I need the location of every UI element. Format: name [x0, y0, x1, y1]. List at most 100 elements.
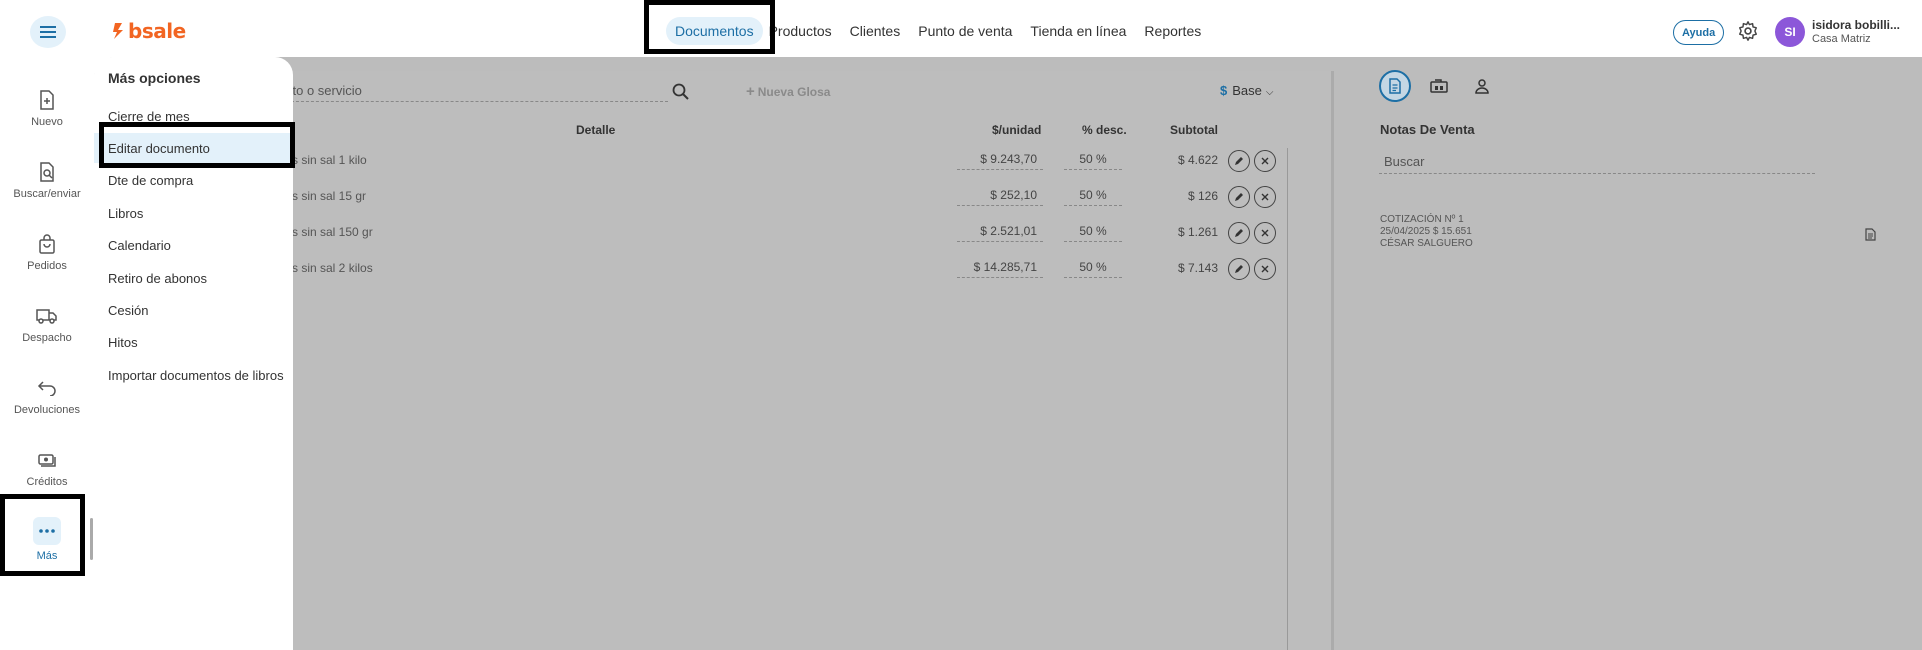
nav-documentos[interactable]: Documentos	[666, 17, 763, 45]
logo-text: bsale	[128, 19, 186, 43]
edit-row-button[interactable]	[1228, 222, 1250, 244]
nueva-glosa-button[interactable]: + Nueva Glosa	[746, 83, 830, 100]
header-detalle: Detalle	[576, 123, 616, 137]
edit-row-button[interactable]	[1228, 186, 1250, 208]
hamburger-menu-button[interactable]	[30, 16, 66, 48]
sidebar-item-mas[interactable]: Más	[0, 517, 94, 562]
row-discount[interactable]: 50 %	[1064, 188, 1122, 206]
nueva-glosa-label: Nueva Glosa	[757, 85, 831, 99]
menu-item-cesion[interactable]: Cesión	[94, 295, 290, 325]
pencil-icon	[1235, 157, 1243, 165]
nav-tienda-en-linea[interactable]: Tienda en línea	[1021, 17, 1135, 45]
cash-icon	[36, 449, 58, 471]
main-nav: Documentos Productos Clientes Punto de v…	[666, 17, 1210, 45]
row-unit-price[interactable]: $ 2.521,01	[957, 224, 1043, 242]
sidebar-item-pedidos[interactable]: Pedidos	[0, 233, 94, 272]
close-icon	[1261, 265, 1269, 273]
search-icon[interactable]	[672, 83, 690, 101]
sidebar-item-label: Despacho	[22, 332, 72, 344]
top-bar: bsale Documentos Productos Clientes Punt…	[0, 0, 1922, 57]
sidebar-item-despacho[interactable]: Despacho	[0, 305, 94, 344]
sidebar-item-label: Pedidos	[27, 260, 67, 272]
remove-row-button[interactable]	[1254, 258, 1276, 280]
pencil-icon	[1235, 193, 1243, 201]
sidebar-item-label: Devoluciones	[13, 404, 81, 416]
column-divider	[1287, 148, 1288, 650]
price-list-select[interactable]: $ Base ⌵	[1220, 83, 1273, 98]
edit-row-button[interactable]	[1228, 258, 1250, 280]
row-unit-price[interactable]: $ 252,10	[957, 188, 1043, 206]
menu-item-retiro-de-abonos[interactable]: Retiro de abonos	[94, 263, 290, 293]
sidebar-item-label: Nuevo	[31, 116, 63, 128]
sidebar: Nuevo Buscar/enviar Pedidos Despacho Dev…	[0, 57, 94, 650]
help-button[interactable]: Ayuda	[1673, 20, 1725, 45]
plus-icon: +	[746, 83, 755, 100]
notes-search-input[interactable]: Buscar	[1379, 154, 1815, 174]
user-icon	[1475, 79, 1489, 94]
product-search-input[interactable]: cto o servicio	[286, 83, 362, 98]
nav-punto-de-venta[interactable]: Punto de venta	[909, 17, 1021, 45]
row-discount[interactable]: 50 %	[1064, 260, 1122, 278]
bsale-logo-icon	[113, 23, 123, 39]
document-icon[interactable]	[1865, 228, 1876, 241]
header-subtotal: Subtotal	[1170, 123, 1218, 137]
sidebar-item-devoluciones[interactable]: Devoluciones	[0, 377, 94, 416]
sidebar-item-buscar-enviar[interactable]: Buscar/enviar	[0, 161, 94, 200]
user-name[interactable]: isidora bobilli...	[1812, 18, 1900, 32]
avatar[interactable]: SI	[1775, 17, 1805, 47]
panel-resize-handle[interactable]	[90, 518, 93, 560]
close-icon	[1261, 157, 1269, 165]
close-icon	[1261, 193, 1269, 201]
row-discount[interactable]: 50 %	[1064, 152, 1122, 170]
gear-icon[interactable]	[1737, 20, 1759, 42]
sidebar-item-nuevo[interactable]: Nuevo	[0, 89, 94, 128]
card-doc-date-amount[interactable]: 25/04/2025 $ 15.651	[1380, 226, 1472, 238]
bsale-logo[interactable]: bsale	[112, 19, 186, 43]
remove-row-button[interactable]	[1254, 222, 1276, 244]
menu-item-editar-documento[interactable]: Editar documento	[94, 133, 290, 163]
search-underline	[286, 101, 668, 102]
remove-row-button[interactable]	[1254, 186, 1276, 208]
chevron-down-icon: ⌵	[1265, 87, 1274, 98]
menu-item-cierre-de-mes[interactable]: Cierre de mes	[94, 101, 290, 131]
menu-item-libros[interactable]: Libros	[94, 198, 290, 228]
close-icon	[1261, 229, 1269, 237]
cash-register-icon	[1430, 79, 1448, 93]
row-subtotal: $ 7.143	[1177, 261, 1218, 275]
tab-point-of-sale[interactable]	[1423, 70, 1455, 102]
sidebar-item-creditos[interactable]: Créditos	[0, 449, 94, 488]
notas-de-venta-title: Notas De Venta	[1380, 122, 1475, 137]
tab-client[interactable]	[1466, 70, 1498, 102]
sidebar-item-label: Más	[36, 550, 58, 562]
header-unit-price: $/unidad	[992, 123, 1042, 137]
row-unit-price[interactable]: $ 9.243,70	[957, 152, 1043, 170]
user-branch: Casa Matriz	[1812, 33, 1871, 45]
edit-row-button[interactable]	[1228, 150, 1250, 172]
menu-item-hitos[interactable]: Hitos	[94, 327, 290, 357]
menu-title: Más opciones	[108, 70, 201, 86]
truck-icon	[36, 305, 58, 327]
menu-item-importar-documentos[interactable]: Importar documentos de libros	[94, 360, 290, 390]
pencil-icon	[1235, 265, 1243, 273]
row-detail: s sin sal 2 kilos	[292, 261, 373, 275]
remove-row-button[interactable]	[1254, 150, 1276, 172]
row-subtotal: $ 1.261	[1177, 225, 1218, 239]
nav-productos[interactable]: Productos	[765, 17, 841, 45]
file-plus-icon	[36, 89, 58, 111]
tab-documents[interactable]	[1379, 70, 1411, 102]
row-subtotal: $ 4.622	[1177, 153, 1218, 167]
row-unit-price[interactable]: $ 14.285,71	[957, 260, 1043, 278]
row-discount[interactable]: 50 %	[1064, 224, 1122, 242]
card-doc-client[interactable]: CÉSAR SALGUERO	[1380, 238, 1473, 250]
pencil-icon	[1235, 229, 1243, 237]
card-doc-title[interactable]: COTIZACIÓN Nº 1	[1380, 214, 1464, 226]
document-icon	[1389, 78, 1401, 94]
more-dots-icon	[33, 517, 61, 545]
menu-item-dte-de-compra[interactable]: Dte de compra	[94, 165, 290, 195]
nav-clientes[interactable]: Clientes	[841, 17, 910, 45]
menu-item-calendario[interactable]: Calendario	[94, 230, 290, 260]
return-arrow-icon	[36, 377, 58, 399]
shopping-bag-icon	[36, 233, 58, 255]
nav-reportes[interactable]: Reportes	[1135, 17, 1210, 45]
header-discount: % desc.	[1082, 123, 1127, 137]
